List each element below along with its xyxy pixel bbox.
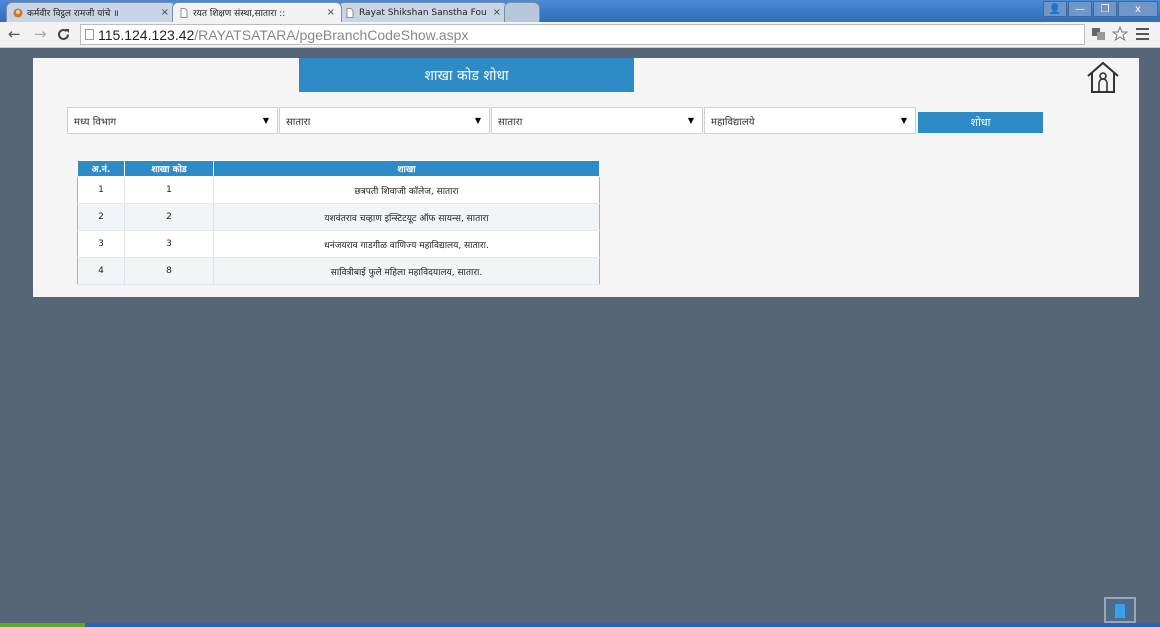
cell-branch-name: यशवंतराव चव्हाण इन्स्टिटयूट ऑफ सायन्स, स… [213, 203, 600, 231]
page-info-icon[interactable] [85, 29, 94, 40]
cell-branch-code: 8 [124, 257, 214, 285]
cell-serial: 2 [77, 203, 125, 231]
table-header-row: अ.नं. शाखा कोड शाखा [77, 160, 600, 177]
back-arrow-icon[interactable]: ← [8, 25, 21, 43]
tab-rayat-active[interactable]: रयत शिक्षण संस्था,सातारा :: × [172, 2, 342, 22]
tab-label: रयत शिक्षण संस्था,सातारा :: [193, 9, 286, 19]
tab-rayat-foundation[interactable]: Rayat Shikshan Sanstha Fou × [338, 2, 508, 22]
start-button[interactable] [0, 623, 85, 627]
arrow-icon [1115, 604, 1125, 618]
cell-serial: 3 [77, 230, 125, 258]
col-header-branch: शाखा [213, 160, 600, 177]
tab-label: कर्मवीर विट्ठल रामजी यांचे ॥ [27, 9, 119, 19]
taluka-select[interactable]: सातारा ▼ [491, 107, 703, 134]
branch-table: अ.नं. शाखा कोड शाखा 1 1 छत्रपती शिवाजी क… [77, 160, 600, 285]
institution-type-select[interactable]: महाविद्यालये ▼ [704, 107, 916, 134]
cell-serial: 4 [77, 257, 125, 285]
table-row: 2 2 यशवंतराव चव्हाण इन्स्टिटयूट ऑफ सायन्… [77, 203, 600, 231]
cell-branch-name: धनंजयराव गाडगीळ वाणिज्य महाविद्यालय, सात… [213, 230, 600, 258]
tab-label: Rayat Shikshan Sanstha Fou [359, 7, 487, 18]
site-favicon-icon [13, 8, 23, 17]
table-row: 1 1 छत्रपती शिवाजी कॉलेज, सातारा [77, 176, 600, 204]
page-title: शाखा कोड शोधा [299, 58, 634, 92]
chevron-down-icon: ▼ [687, 116, 694, 125]
scroll-to-top-button[interactable] [1104, 597, 1136, 623]
district-select-value: सातारा [286, 116, 311, 128]
table-row: 3 3 धनंजयराव गाडगीळ वाणिज्य महाविद्यालय,… [77, 230, 600, 258]
translate-icon[interactable] [1092, 28, 1106, 41]
district-select[interactable]: सातारा ▼ [279, 107, 490, 134]
tab-karmaveer[interactable]: कर्मवीर विट्ठल रामजी यांचे ॥ × [6, 2, 176, 22]
chevron-down-icon: ▼ [474, 116, 481, 125]
division-select-value: मध्य विभाग [74, 116, 117, 128]
page-icon [346, 7, 354, 18]
search-button[interactable]: शोधा [918, 112, 1043, 133]
institution-type-select-value: महाविद्यालये [711, 116, 755, 128]
cell-branch-code: 2 [124, 203, 214, 231]
cell-serial: 1 [77, 176, 125, 204]
maximize-button[interactable]: ❐ [1093, 1, 1117, 17]
tab-close-icon[interactable]: × [161, 7, 169, 18]
chevron-down-icon: ▼ [262, 116, 269, 125]
page-icon [180, 7, 188, 18]
chevron-down-icon: ▼ [900, 116, 907, 125]
home-icon[interactable] [1084, 58, 1122, 96]
reload-icon[interactable] [56, 27, 71, 42]
cell-branch-name: छत्रपती शिवाजी कॉलेज, सातारा [213, 176, 600, 204]
url-input[interactable]: 115.124.123.42/RAYATSATARA/pgeBranchCode… [80, 24, 1085, 45]
cell-branch-name: सावित्रीबाई फुले महिला महाविदयालय, सातार… [213, 257, 600, 285]
close-window-button[interactable]: x [1118, 1, 1158, 17]
browser-tab-bar: कर्मवीर विट्ठल रामजी यांचे ॥ × रयत शिक्ष… [0, 0, 1160, 22]
tab-close-icon[interactable]: × [327, 7, 335, 18]
cell-branch-code: 3 [124, 230, 214, 258]
cell-branch-code: 1 [124, 176, 214, 204]
address-bar: ← → 115.124.123.42/RAYATSATARA/pgeBranch… [0, 22, 1160, 48]
taluka-select-value: सातारा [498, 116, 523, 128]
bookmark-star-icon[interactable] [1112, 26, 1128, 42]
window-controls: 👤 — ❐ x [1043, 1, 1158, 17]
tab-close-icon[interactable]: × [493, 7, 501, 18]
col-header-serial: अ.नं. [77, 160, 125, 177]
table-row: 4 8 सावित्रीबाई फुले महिला महाविदयालय, स… [77, 257, 600, 285]
col-header-branch-code: शाखा कोड [124, 160, 214, 177]
new-tab-button[interactable] [504, 2, 540, 22]
menu-icon[interactable] [1136, 28, 1149, 40]
division-select[interactable]: मध्य विभाग ▼ [67, 107, 278, 134]
taskbar-strip [0, 623, 1160, 627]
url-host: 115.124.123.42 [98, 26, 195, 43]
user-icon[interactable]: 👤 [1043, 1, 1067, 17]
main-panel: शाखा कोड शोधा मध्य विभाग ▼ सातारा ▼ साता… [33, 58, 1139, 297]
url-path: /RAYATSATARA/pgeBranchCodeShow.aspx [194, 26, 469, 43]
minimize-button[interactable]: — [1068, 1, 1092, 17]
forward-arrow-icon[interactable]: → [34, 25, 47, 43]
